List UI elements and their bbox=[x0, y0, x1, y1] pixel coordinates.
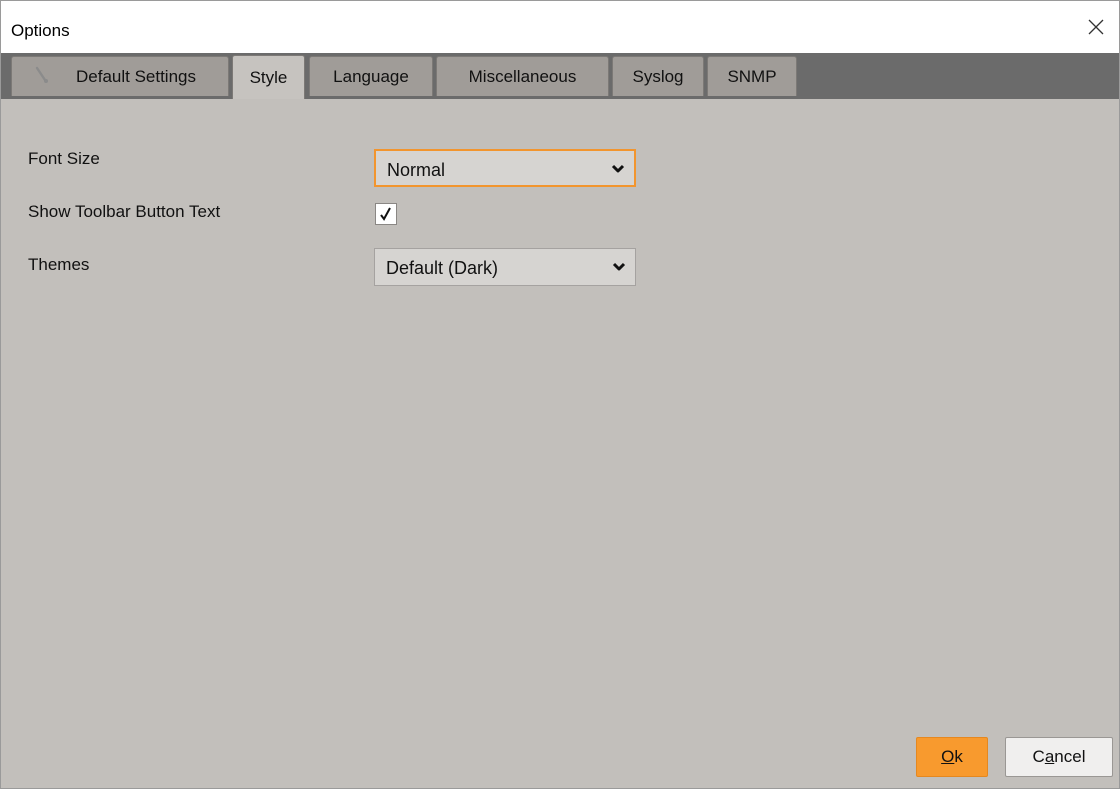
tab-label: Default Settings bbox=[75, 66, 196, 86]
window-title: Options bbox=[11, 21, 70, 40]
close-icon bbox=[1088, 19, 1104, 35]
themes-value: Default (Dark) bbox=[386, 258, 499, 278]
chevron-down-icon bbox=[611, 164, 625, 173]
style-panel: Font Size Normal Show Toolbar Button Tex… bbox=[1, 99, 1119, 788]
tab-label: Miscellaneous bbox=[468, 66, 577, 86]
themes-label: Themes bbox=[28, 255, 90, 274]
ok-button[interactable]: Ok bbox=[916, 737, 988, 777]
tab-bar: Default Settings Style Language Miscella… bbox=[1, 53, 1119, 99]
tab-language[interactable]: Language bbox=[309, 56, 433, 96]
tab-default-settings[interactable]: Default Settings bbox=[11, 56, 229, 96]
cancel-label-start: C bbox=[1032, 747, 1045, 766]
close-button[interactable] bbox=[1073, 9, 1119, 45]
ok-mnemonic: O bbox=[941, 747, 955, 766]
tab-label: SNMP bbox=[727, 66, 777, 86]
cancel-label-rest: ncel bbox=[1054, 747, 1086, 766]
chevron-down-icon bbox=[612, 262, 626, 271]
wrench-icon bbox=[35, 66, 48, 83]
font-size-select[interactable]: Normal bbox=[374, 149, 636, 187]
tab-miscellaneous[interactable]: Miscellaneous bbox=[436, 56, 609, 96]
checkmark-icon bbox=[380, 207, 391, 221]
cancel-mnemonic: a bbox=[1044, 747, 1055, 766]
tab-label: Style bbox=[249, 67, 288, 87]
font-size-value: Normal bbox=[387, 160, 446, 180]
tab-label: Syslog bbox=[632, 66, 684, 86]
tab-label: Language bbox=[333, 66, 409, 86]
tab-syslog[interactable]: Syslog bbox=[612, 56, 704, 96]
title-bar: Options bbox=[1, 1, 1119, 53]
themes-select[interactable]: Default (Dark) bbox=[374, 248, 636, 286]
options-dialog: Options Default Settings Style Language … bbox=[0, 0, 1120, 789]
ok-label-rest: k bbox=[954, 747, 963, 766]
cancel-button[interactable]: Ca ncel bbox=[1005, 737, 1113, 777]
toolbar-text-checkbox[interactable] bbox=[375, 203, 397, 225]
tab-snmp[interactable]: SNMP bbox=[707, 56, 797, 96]
tab-style[interactable]: Style bbox=[232, 55, 305, 99]
toolbar-text-label: Show Toolbar Button Text bbox=[28, 202, 221, 221]
font-size-label: Font Size bbox=[28, 149, 100, 168]
